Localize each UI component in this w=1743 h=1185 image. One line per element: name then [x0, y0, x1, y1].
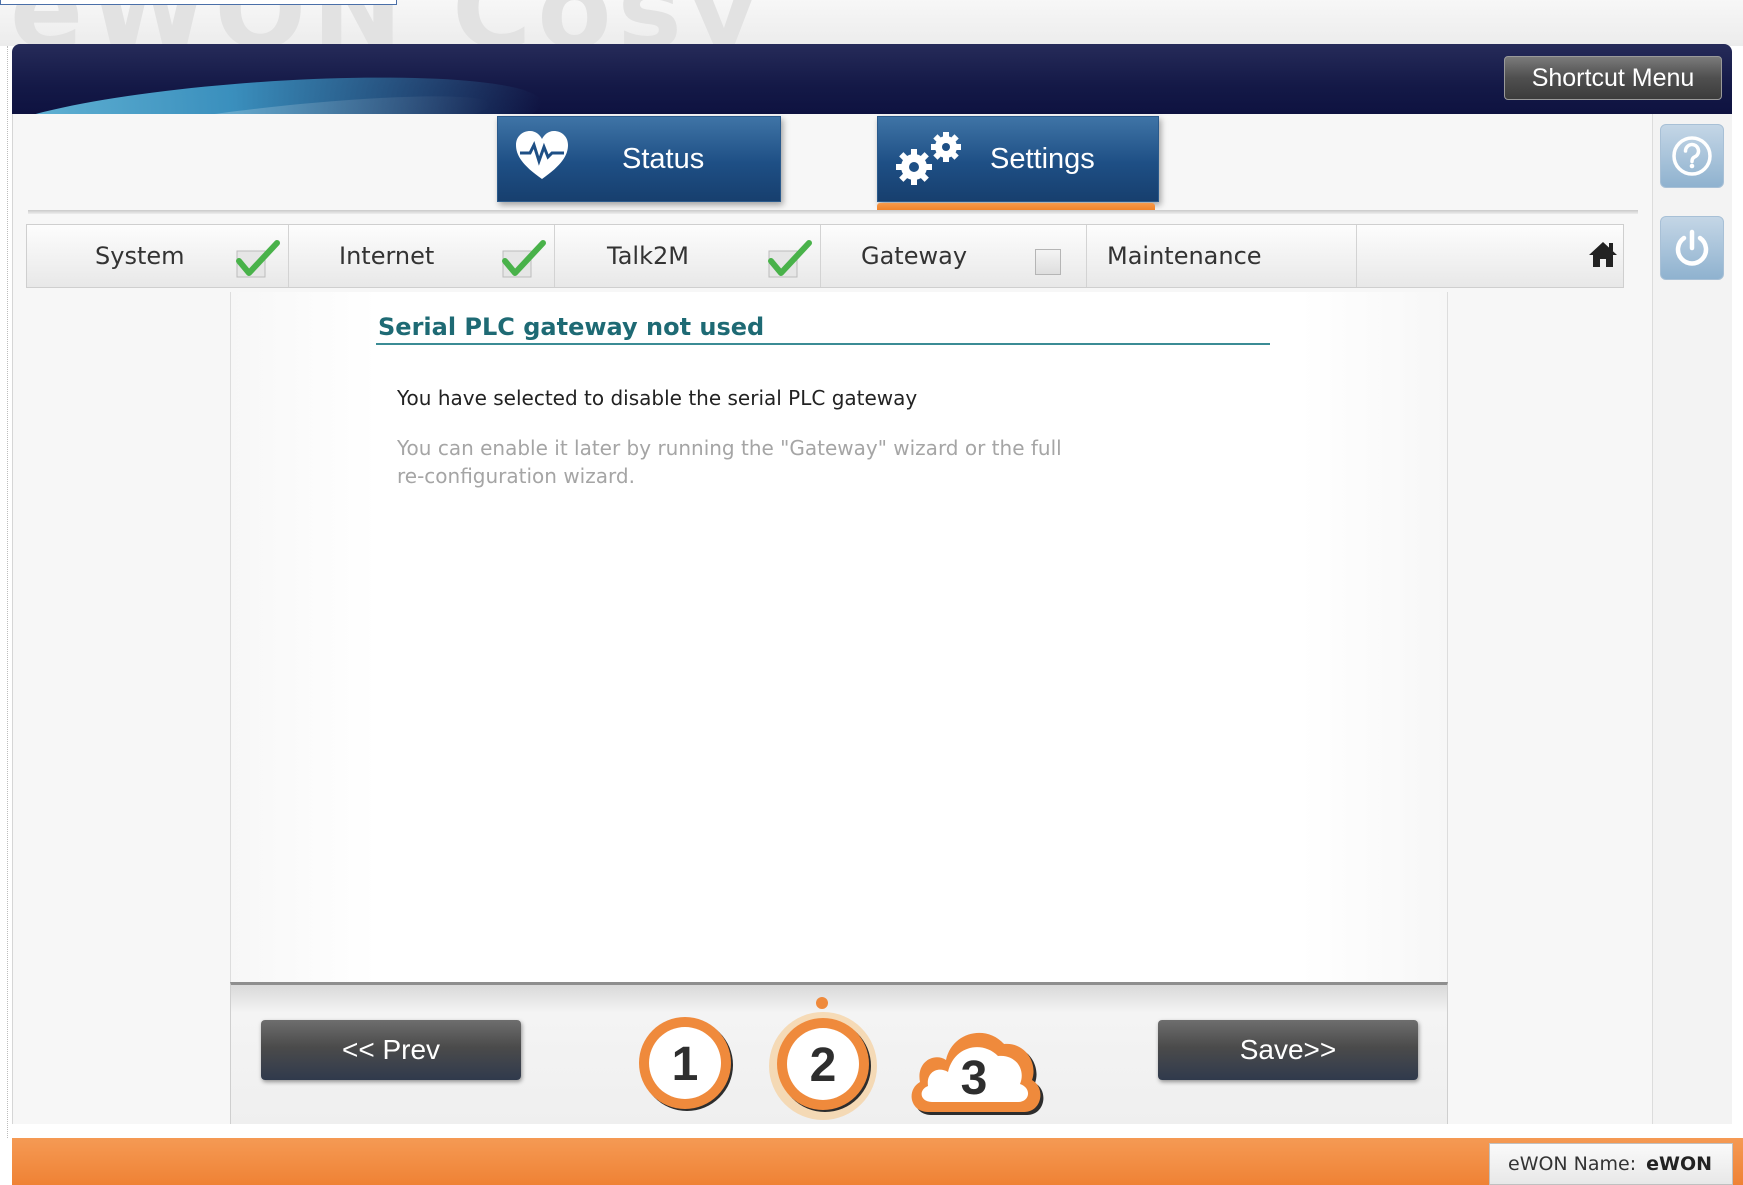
- step-maintenance[interactable]: Maintenance: [1087, 225, 1357, 287]
- home-icon: [1589, 242, 1617, 267]
- status-bar: [12, 1138, 1743, 1185]
- step-maintenance-label: Maintenance: [1107, 242, 1262, 270]
- ewon-logo: eWON Cosy: [10, 0, 764, 46]
- disabled-message: You have selected to disable the serial …: [397, 386, 918, 410]
- wizard-progress-step-3[interactable]: 3: [900, 1004, 1050, 1127]
- step-system[interactable]: System: [27, 225, 289, 287]
- ewon-name-value: eWON: [1646, 1153, 1713, 1175]
- ewon-name-display: eWON Name: eWON: [1489, 1143, 1733, 1185]
- header-band: [12, 44, 1732, 114]
- tab-status-label: Status: [622, 143, 705, 175]
- enable-hint: You can enable it later by running the "…: [397, 436, 1062, 488]
- wizard-progress-step-1[interactable]: 1: [632, 1010, 742, 1125]
- step-internet[interactable]: Internet: [289, 225, 555, 287]
- ewon-name-label: eWON Name:: [1508, 1153, 1637, 1175]
- checkmark-icon: [768, 240, 812, 278]
- section-title-rule: [376, 343, 1270, 345]
- step-gateway[interactable]: Gateway: [821, 225, 1087, 287]
- step-3-number: 3: [961, 1052, 988, 1105]
- step-1-circle-icon: 1: [639, 1017, 733, 1111]
- save-button[interactable]: Save>>: [1158, 1020, 1418, 1080]
- home-button[interactable]: [1587, 239, 1623, 273]
- step-talk2m-label: Talk2M: [607, 242, 689, 270]
- tab-settings-label: Settings: [990, 143, 1095, 175]
- step-internet-label: Internet: [339, 242, 435, 270]
- logo-tab-outline: [0, 0, 397, 5]
- gears-icon: [890, 125, 970, 199]
- step-gateway-label: Gateway: [861, 242, 968, 270]
- wizard-step-bar: System Internet Talk2M Gateway Maintenan…: [26, 224, 1624, 288]
- step-2-number: 2: [810, 1039, 837, 1092]
- left-edge-border: [0, 46, 8, 1138]
- power-button[interactable]: [1660, 216, 1724, 280]
- wizard-progress-step-2[interactable]: 2: [760, 990, 886, 1125]
- prev-button[interactable]: << Prev: [261, 1020, 521, 1080]
- section-title: Serial PLC gateway not used: [378, 313, 765, 341]
- step-2-circle-icon: 2: [769, 997, 877, 1120]
- step-1-number: 1: [672, 1038, 699, 1091]
- tab-settings[interactable]: Settings: [877, 116, 1159, 202]
- step-talk2m[interactable]: Talk2M: [555, 225, 821, 287]
- checkmark-icon: [236, 240, 280, 278]
- help-button[interactable]: [1660, 124, 1724, 188]
- logo-strip: eWON Cosy: [0, 0, 1743, 46]
- heart-pulse-icon: [512, 127, 572, 195]
- help-icon: [1672, 136, 1712, 176]
- shortcut-menu-button[interactable]: Shortcut Menu: [1504, 56, 1722, 100]
- step-gateway-checkbox: [1035, 249, 1061, 275]
- tab-status[interactable]: Status: [497, 116, 781, 202]
- power-icon: [1675, 229, 1709, 266]
- cloud-icon: 3: [911, 1032, 1044, 1115]
- checkmark-icon: [502, 240, 546, 278]
- tab-separator: [28, 210, 1638, 214]
- step-system-label: System: [95, 242, 185, 270]
